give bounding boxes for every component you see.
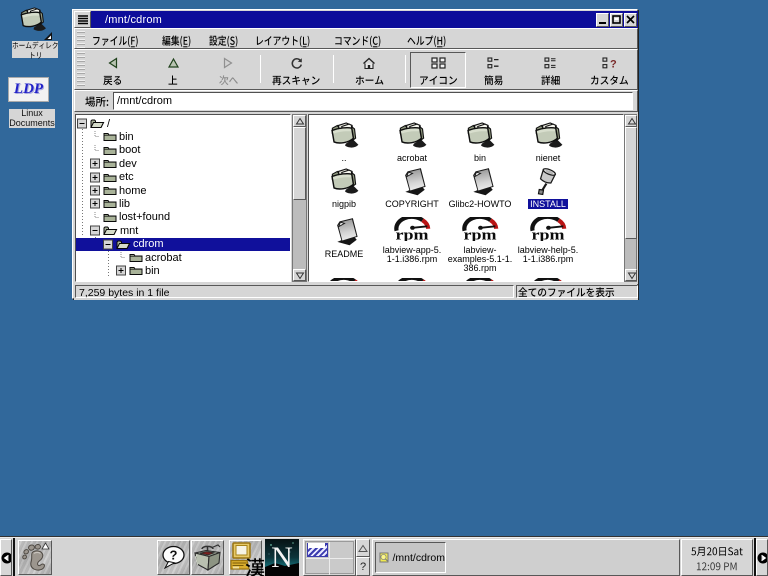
svg-text:rpm: rpm [464,228,497,242]
svg-text:?: ? [170,548,178,563]
svg-text:?: ? [610,59,617,70]
svg-text:rpm: rpm [532,228,565,242]
svg-text:rpm: rpm [396,228,429,242]
svg-text:N: N [271,541,293,574]
